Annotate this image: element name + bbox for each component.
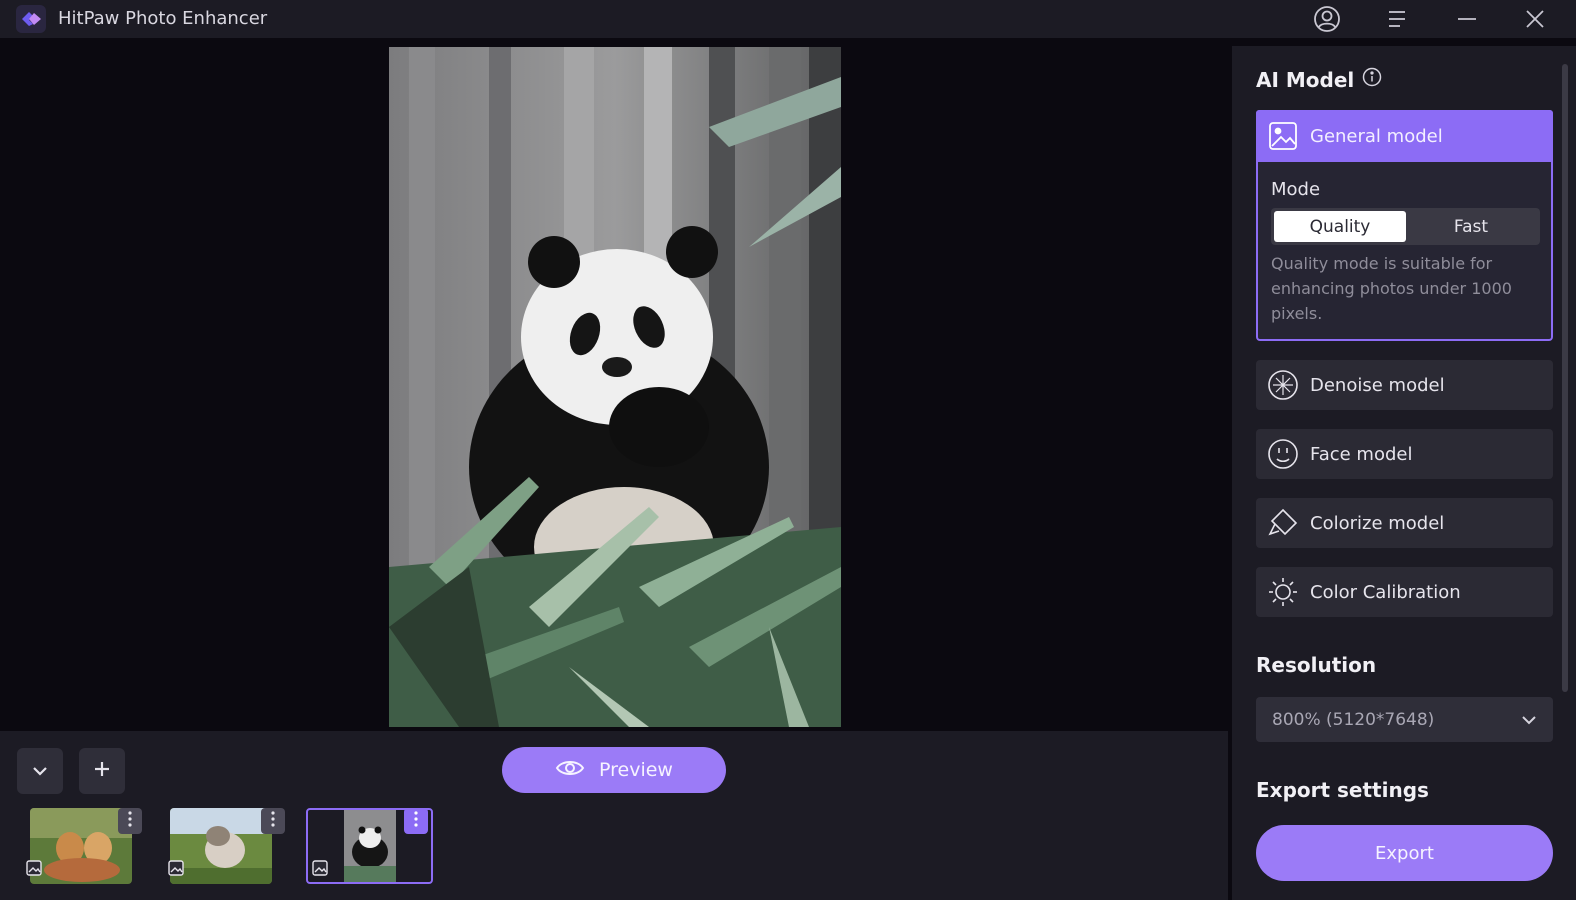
image-icon <box>167 859 185 877</box>
face-model-label: Face model <box>1310 443 1413 465</box>
thumbnail-menu-button[interactable] <box>404 808 428 834</box>
thumbnail-menu-button[interactable] <box>118 808 142 834</box>
panel-scrollbar[interactable] <box>1562 64 1568 692</box>
collapse-button[interactable] <box>17 748 63 794</box>
colorize-icon <box>1266 506 1300 540</box>
image-icon <box>25 859 43 877</box>
ai-model-title: AI Model <box>1256 67 1355 92</box>
resolution-select[interactable]: 800% (5120*7648) <box>1256 697 1553 742</box>
info-icon[interactable] <box>1362 67 1382 92</box>
general-model-button[interactable]: General model <box>1256 110 1553 162</box>
mode-quality-option[interactable]: Quality <box>1274 211 1406 242</box>
preview-button[interactable]: Preview <box>502 747 726 793</box>
thumbnail-menu-button[interactable] <box>261 808 285 834</box>
export-settings-heading: Export settings <box>1256 778 1429 802</box>
denoise-icon <box>1266 368 1300 402</box>
minimize-icon[interactable] <box>1450 2 1484 36</box>
title-bar: HitPaw Photo Enhancer <box>0 0 1576 38</box>
ai-model-heading: AI Model <box>1256 67 1382 92</box>
face-model-button[interactable]: Face model <box>1256 429 1553 479</box>
mode-fast-option[interactable]: Fast <box>1405 211 1537 242</box>
export-button[interactable]: Export <box>1256 825 1553 881</box>
color-calibration-button[interactable]: Color Calibration <box>1256 567 1553 617</box>
denoise-model-label: Denoise model <box>1310 374 1445 396</box>
preview-image <box>389 47 841 727</box>
chevron-down-icon <box>31 762 49 781</box>
image-icon <box>1266 119 1300 153</box>
app-title: HitPaw Photo Enhancer <box>58 8 268 29</box>
color-calibration-label: Color Calibration <box>1310 581 1461 603</box>
image-icon <box>311 859 329 877</box>
face-icon <box>1266 437 1300 471</box>
menu-icon[interactable] <box>1380 2 1414 36</box>
colorize-model-button[interactable]: Colorize model <box>1256 498 1553 548</box>
thumbnail-dogs[interactable] <box>30 808 132 884</box>
denoise-model-button[interactable]: Denoise model <box>1256 360 1553 410</box>
more-vertical-icon <box>270 811 276 831</box>
more-vertical-icon <box>127 811 133 831</box>
colorize-model-label: Colorize model <box>1310 512 1445 534</box>
thumbnail-cat[interactable] <box>170 808 272 884</box>
resolution-heading: Resolution <box>1256 653 1377 677</box>
mode-toggle: Quality Fast <box>1271 208 1540 245</box>
add-image-button[interactable] <box>79 748 125 794</box>
resolution-value: 800% (5120*7648) <box>1272 709 1435 730</box>
plus-icon <box>93 760 111 782</box>
preview-label: Preview <box>599 759 673 781</box>
mode-description: Quality mode is suitable for enhancing p… <box>1271 254 1512 323</box>
sun-icon <box>1266 575 1300 609</box>
close-icon[interactable] <box>1518 2 1552 36</box>
app-logo-icon <box>16 5 46 33</box>
more-vertical-icon <box>413 811 419 831</box>
mode-label: Mode <box>1271 179 1321 200</box>
chevron-down-icon <box>1521 710 1537 730</box>
eye-icon <box>555 758 585 783</box>
general-model-label: General model <box>1310 125 1443 147</box>
account-icon[interactable] <box>1310 2 1344 36</box>
